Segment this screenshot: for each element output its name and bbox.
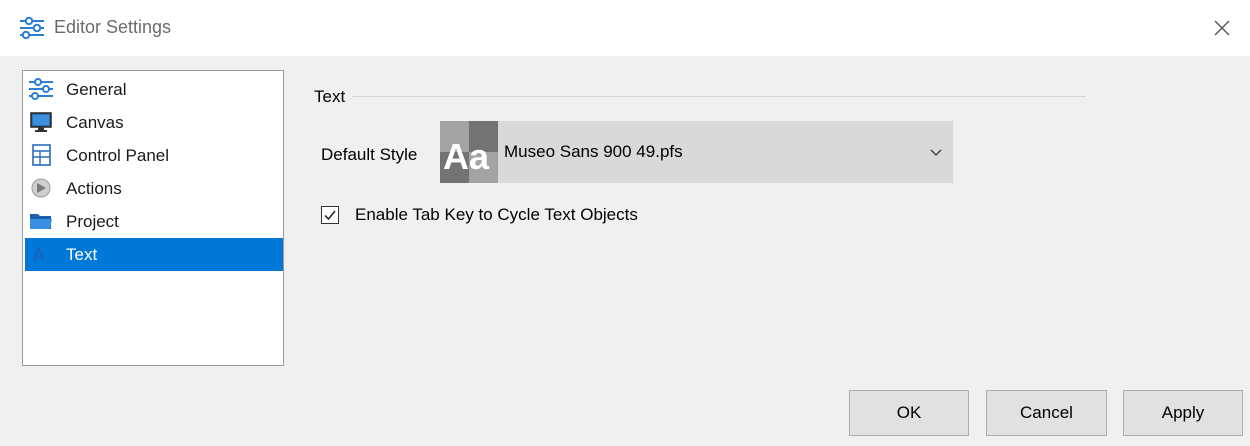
svg-text:Aa: Aa — [443, 136, 490, 177]
sliders-icon — [20, 16, 44, 40]
sidebar-item-label: Control Panel — [66, 146, 170, 165]
checkbox-label: Enable Tab Key to Cycle Text Objects — [355, 205, 638, 224]
sidebar-item-label: Canvas — [66, 113, 124, 132]
text-icon: A — [32, 245, 45, 265]
section-title: Text — [314, 87, 346, 106]
ok-button[interactable]: OK — [849, 390, 969, 436]
close-icon[interactable] — [1208, 14, 1236, 42]
sidebar-item-text[interactable]: A Text — [25, 238, 283, 271]
svg-text:A: A — [32, 245, 45, 265]
sidebar-item-label: Actions — [66, 179, 122, 198]
sidebar-item-general[interactable]: General — [25, 73, 283, 106]
sidebar-item-label: Project — [66, 212, 119, 231]
sidebar-item-label: Text — [66, 245, 98, 264]
sidebar-item-project[interactable]: Project — [25, 205, 283, 238]
font-preview-thumbnail: Aa — [440, 121, 498, 183]
sidebar-item-canvas[interactable]: Canvas — [25, 106, 283, 139]
control-panel-icon — [32, 144, 51, 166]
folder-icon — [30, 214, 52, 229]
sidebar-item-control-panel[interactable]: Control Panel — [25, 139, 283, 172]
monitor-icon — [30, 112, 52, 132]
sidebar-item-label: General — [66, 80, 127, 99]
sliders-icon — [29, 78, 53, 100]
actions-icon — [31, 178, 51, 198]
sidebar-item-actions[interactable]: Actions — [25, 172, 283, 205]
cancel-button[interactable]: Cancel — [986, 390, 1107, 436]
checkmark-icon — [324, 210, 336, 221]
settings-category-list: General Canvas Control Panel Actions Pro… — [22, 70, 284, 366]
window-title: Editor Settings — [54, 17, 172, 37]
default-style-dropdown[interactable]: Aa Museo Sans 900 49.pfs — [440, 121, 953, 183]
chevron-down-icon — [930, 149, 942, 156]
apply-button[interactable]: Apply — [1123, 390, 1243, 436]
default-style-label: Default Style — [321, 145, 418, 164]
section-divider — [352, 96, 1086, 97]
default-style-value: Museo Sans 900 49.pfs — [504, 142, 683, 161]
checkbox[interactable] — [321, 206, 339, 224]
title-bar: Editor Settings — [0, 0, 1250, 56]
